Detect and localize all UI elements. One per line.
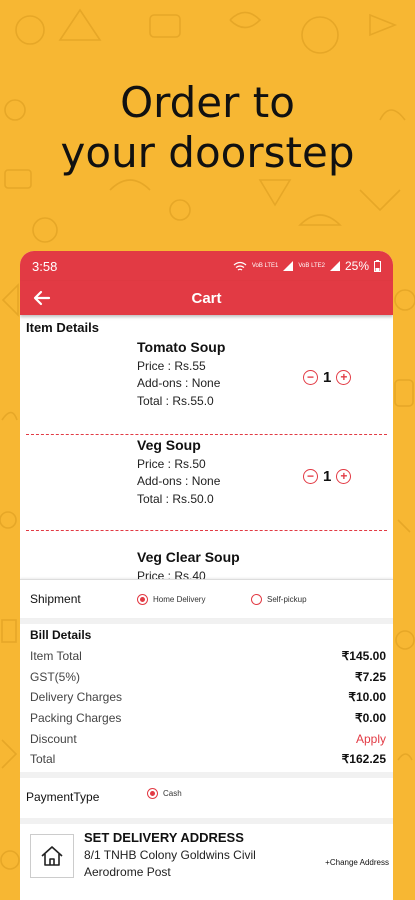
- battery-percent: 25%: [344, 259, 369, 273]
- bill-row-label: Total: [30, 752, 56, 767]
- status-time: 3:58: [32, 258, 58, 274]
- change-address-link[interactable]: +Change Address: [325, 858, 389, 867]
- item-addons: Add-ons : None: [137, 474, 221, 488]
- bill-row-label: Packing Charges: [30, 711, 122, 726]
- delivery-address-title: SET DELIVERY ADDRESS: [84, 830, 244, 846]
- quantity-value: 1: [323, 468, 332, 485]
- self-pickup-label: Self-pickup: [267, 594, 307, 604]
- promo-headline: Order to your doorstep: [0, 78, 415, 178]
- status-icons: VoB LTE1 VoB LTE2 25%: [233, 259, 381, 273]
- bill-details-title: Bill Details: [30, 628, 92, 642]
- network-label-2: VoB LTE2: [298, 263, 325, 269]
- plus-icon[interactable]: +: [336, 370, 352, 385]
- bill-row-value: ₹10.00: [348, 690, 386, 705]
- bill-row: Delivery Charges ₹10.00: [30, 687, 386, 708]
- bill-row-label: Item Total: [30, 649, 82, 663]
- item-price: Price : Rs.55: [137, 359, 206, 373]
- bill-row: Packing Charges ₹0.00: [30, 708, 386, 729]
- self-pickup-option[interactable]: Self-pickup: [251, 593, 307, 605]
- battery-icon: [374, 260, 381, 272]
- home-icon: [41, 846, 63, 866]
- status-bar: 3:58 VoB LTE1 VoB LTE2 25%: [20, 251, 393, 281]
- address-line-2: Aerodrome Post: [84, 865, 171, 880]
- home-button[interactable]: [30, 834, 74, 879]
- shipment-label: Shipment: [30, 592, 81, 606]
- home-delivery-radio[interactable]: [137, 593, 148, 605]
- bill-row: Item Total ₹145.00: [30, 646, 386, 667]
- promo-headline-line1: Order to: [120, 78, 295, 127]
- item-addons: Add-ons : None: [137, 376, 221, 390]
- cart-item: Veg Soup Price : Rs.50 Add-ons : None To…: [20, 435, 393, 531]
- home-delivery-option[interactable]: Home Delivery: [137, 593, 206, 605]
- plus-icon[interactable]: +: [336, 469, 352, 484]
- bill-row-label: Discount: [30, 731, 77, 746]
- bill-row-value: ₹145.00: [341, 649, 386, 663]
- quantity-stepper: − 1 +: [303, 468, 352, 485]
- item-name: Veg Soup: [137, 437, 201, 453]
- cash-radio[interactable]: [147, 788, 158, 800]
- bill-row: GST(5%) ₹7.25: [30, 667, 386, 688]
- item-total: Total : Rs.50.0: [137, 492, 214, 506]
- item-price: Price : Rs.50: [137, 457, 206, 471]
- back-arrow-icon[interactable]: [32, 288, 52, 308]
- bill-row: Discount Apply: [30, 729, 386, 750]
- bill-row-value: ₹0.00: [355, 711, 386, 726]
- bill-row-value: ₹7.25: [355, 669, 386, 684]
- wifi-icon: [233, 261, 247, 271]
- item-total: Total : Rs.55.0: [137, 394, 214, 408]
- home-delivery-label: Home Delivery: [153, 594, 206, 604]
- cart-items-list[interactable]: Tomato Soup Price : Rs.55 Add-ons : None…: [20, 335, 393, 579]
- bill-row: Total ₹162.25: [30, 749, 386, 770]
- address-line-1: 8/1 TNHB Colony Goldwins Civil: [84, 848, 256, 863]
- phone-screen: 3:58 VoB LTE1 VoB LTE2 25% Cart Item Det…: [20, 251, 393, 900]
- shipment-row: Shipment Home Delivery Self-pickup: [20, 579, 393, 618]
- cart-item: Veg Clear Soup Price : Rs.40: [20, 531, 393, 579]
- item-name: Tomato Soup: [137, 339, 226, 355]
- bill-row-label: Delivery Charges: [30, 690, 123, 705]
- app-bar: Cart: [20, 281, 393, 315]
- cash-option[interactable]: Cash: [147, 788, 182, 800]
- cash-label: Cash: [163, 789, 182, 799]
- minus-icon[interactable]: −: [303, 370, 318, 385]
- quantity-value: 1: [323, 369, 332, 386]
- bill-row-label: GST(5%): [30, 669, 81, 684]
- apply-discount-link[interactable]: Apply: [356, 729, 386, 750]
- payment-row: PaymentType Cash: [20, 772, 393, 818]
- item-details-title: Item Details: [26, 320, 99, 335]
- quantity-stepper: − 1 +: [303, 369, 352, 386]
- signal-icon: [329, 261, 340, 271]
- page-title: Cart: [191, 289, 222, 307]
- bill-details: Bill Details Item Total ₹145.00 GST(5%) …: [20, 618, 393, 772]
- promo-headline-line2: your doorstep: [60, 128, 355, 177]
- item-name: Veg Clear Soup: [137, 549, 240, 565]
- cart-item: Tomato Soup Price : Rs.55 Add-ons : None…: [20, 339, 393, 435]
- signal-icon: [283, 261, 294, 271]
- network-label-1: VoB LTE1: [251, 263, 279, 269]
- item-price: Price : Rs.40: [137, 569, 206, 579]
- self-pickup-radio[interactable]: [251, 593, 262, 605]
- minus-icon[interactable]: −: [303, 469, 318, 484]
- delivery-address: SET DELIVERY ADDRESS 8/1 TNHB Colony Gol…: [20, 818, 393, 894]
- bill-row-value: ₹162.25: [341, 752, 386, 767]
- payment-type-label: PaymentType: [26, 790, 100, 805]
